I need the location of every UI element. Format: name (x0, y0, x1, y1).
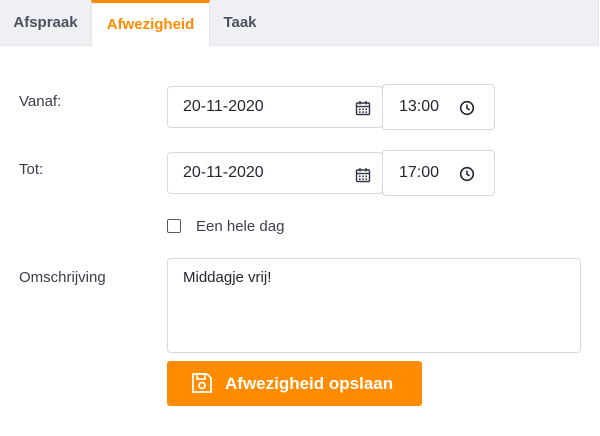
from-date-field[interactable]: 20-11-2020 (167, 86, 383, 128)
tab-taak[interactable]: Taak (210, 0, 270, 45)
calendar-icon[interactable] (355, 167, 371, 183)
description-label: Omschrijving (19, 269, 106, 286)
to-date-field[interactable]: 20-11-2020 (167, 152, 383, 194)
description-textarea[interactable]: Middagje vrij! (167, 258, 581, 353)
from-date-value: 20-11-2020 (183, 98, 264, 115)
save-absence-button[interactable]: Afwezigheid opslaan (167, 361, 422, 406)
from-label: Vanaf: (19, 93, 62, 110)
floppy-disk-icon (190, 371, 214, 395)
to-label: Tot: (19, 161, 44, 178)
clock-icon[interactable] (459, 100, 475, 116)
to-date-value: 20-11-2020 (183, 164, 264, 181)
tab-afwezigheid[interactable]: Afwezigheid (91, 0, 210, 46)
save-absence-label: Afwezigheid opslaan (225, 373, 394, 393)
from-time-field[interactable]: 13:00 (382, 84, 495, 130)
to-time-field[interactable]: 17:00 (382, 150, 495, 196)
from-time-value: 13:00 (399, 98, 440, 115)
allday-checkbox[interactable] (167, 219, 181, 233)
tab-afspraak[interactable]: Afspraak (0, 0, 91, 45)
to-time-value: 17:00 (399, 164, 440, 181)
tab-bar: Afspraak Afwezigheid Taak (0, 0, 599, 46)
allday-label[interactable]: Een hele dag (196, 218, 284, 235)
clock-icon[interactable] (459, 166, 475, 182)
calendar-icon[interactable] (355, 100, 371, 116)
